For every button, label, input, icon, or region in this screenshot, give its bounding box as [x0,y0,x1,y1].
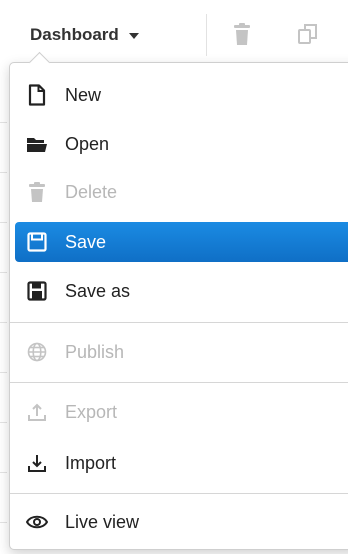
upload-icon [25,400,49,424]
menu-item-label: Import [65,452,117,473]
menu-item-label: New [65,84,102,105]
menu-item-save[interactable]: Save [15,222,348,262]
file-icon [25,83,49,107]
menu-item-save-as[interactable]: Save as [15,271,348,311]
menu-item-new[interactable]: New [15,75,348,115]
menu-item-label: Save as [65,280,131,301]
chevron-down-icon [128,33,139,39]
folder-open-icon [25,132,49,156]
menu-item-open[interactable]: Open [15,124,348,164]
menu-item-label: Publish [65,341,125,362]
menu-divider [10,382,348,383]
download-icon [25,451,49,475]
menu-item-publish[interactable]: Publish [15,332,348,372]
trash-icon[interactable] [230,22,254,46]
dashboard-label: Dashboard [30,25,119,44]
trash-icon [25,180,49,204]
menu-item-label: Live view [65,511,140,532]
menu-item-label: Export [65,401,118,422]
menu-item-label: Open [65,133,110,154]
menu-item-delete[interactable]: Delete [15,172,348,212]
menu-item-live-view[interactable]: Live view [15,502,348,542]
menu-item-label: Save [65,231,107,252]
save-as-icon [25,279,49,303]
floppy-icon [25,230,49,254]
dashboard-dropdown-menu: New Open Delete Save Save as Publish Exp… [9,51,348,550]
menu-item-import[interactable]: Import [15,443,348,483]
menu-divider [10,493,348,494]
menu-item-export[interactable]: Export [15,392,348,432]
globe-icon [25,340,49,364]
eye-icon [25,510,49,534]
toolbar: Dashboard [0,0,348,62]
toolbar-divider [206,14,207,56]
dashboard-menu-button[interactable]: Dashboard [30,22,139,48]
menu-divider [10,322,348,323]
menu-item-label: Delete [65,181,118,202]
copy-icon[interactable] [296,22,320,46]
